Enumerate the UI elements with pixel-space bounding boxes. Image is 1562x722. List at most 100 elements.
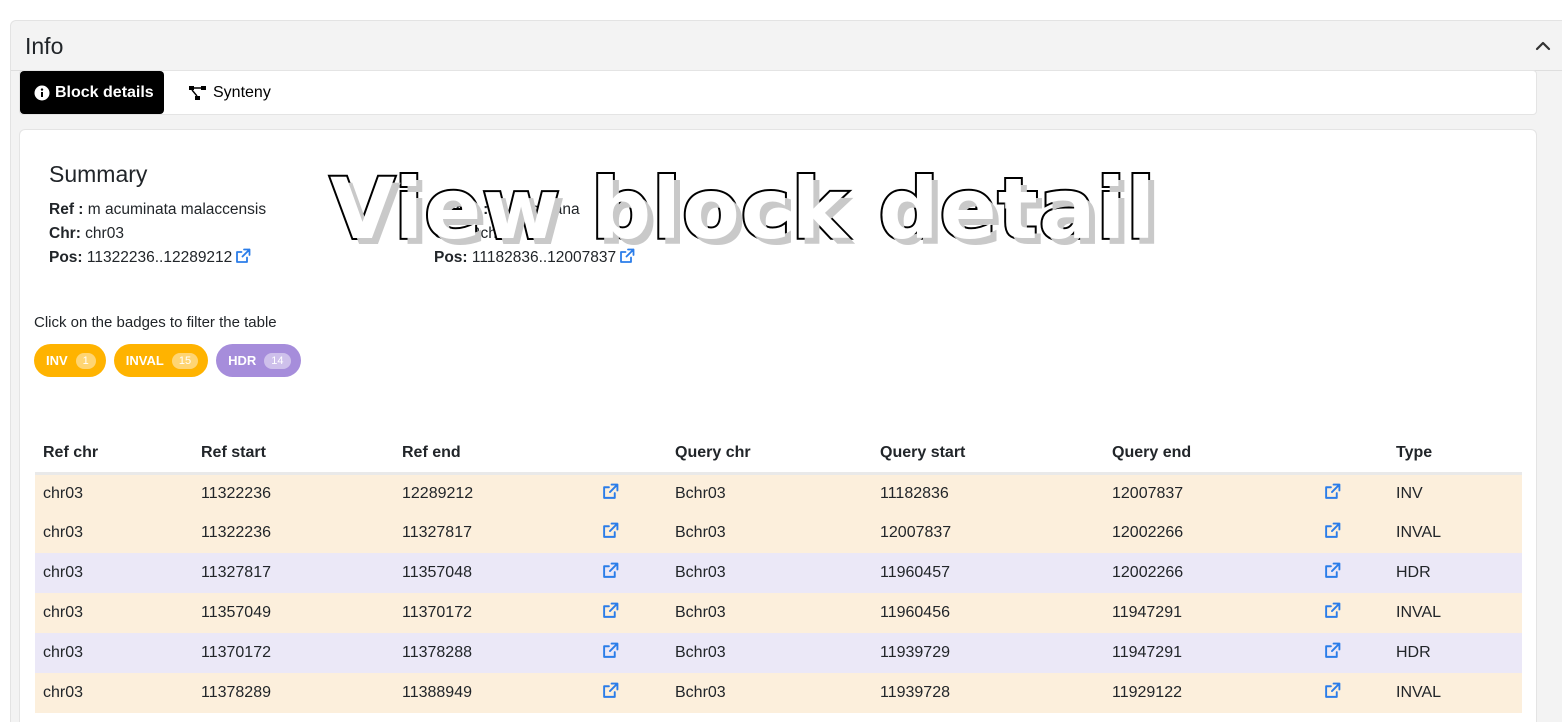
ref-chr: chr03	[85, 225, 124, 242]
badge-count: 14	[264, 352, 291, 369]
col-query-chr[interactable]: Query chr	[667, 435, 872, 475]
block-details-content: Summary Ref : m acuminata malaccensis Ch…	[19, 129, 1537, 722]
query-chr: Bchr03	[470, 225, 520, 242]
ref-link[interactable]	[594, 673, 667, 713]
query-chr-cell: Bchr03	[667, 593, 872, 633]
table-row[interactable]: chr03 11322236 11327817 Bchr03 12007837 12002…	[35, 513, 1522, 553]
badge-count: 1	[75, 352, 96, 369]
query-link[interactable]	[1316, 633, 1388, 673]
query-chr-cell: Bchr03	[667, 553, 872, 593]
ref-link[interactable]	[594, 633, 667, 673]
table-row[interactable]: chr03 11327817 11357048 Bchr03 11960457 12002…	[35, 553, 1522, 593]
col-query-start[interactable]: Query start	[872, 435, 1104, 475]
query-species: m balbisiana	[492, 201, 580, 218]
table-header-row: Ref chr Ref start Ref end Query chr Quer…	[35, 435, 1522, 475]
ref-summary: Ref : m acuminata malaccensis Chr: chr03…	[49, 198, 266, 272]
ref-end-cell: 11370172	[394, 593, 594, 633]
ref-pos: 11322236..12289212	[86, 249, 233, 266]
query-link[interactable]	[1316, 593, 1388, 633]
external-link-icon[interactable]	[602, 483, 619, 504]
ref-end-cell: 11357048	[394, 553, 594, 593]
query-start-cell: 11182836	[872, 473, 1104, 513]
ref-link[interactable]	[594, 593, 667, 633]
ref-chr-cell: chr03	[35, 473, 193, 513]
query-chr-cell: Bchr03	[667, 633, 872, 673]
query-link[interactable]	[1316, 673, 1388, 713]
query-end-cell: 11947291	[1104, 593, 1316, 633]
query-end-cell: 12002266	[1104, 513, 1316, 553]
query-end-cell: 11947291	[1104, 633, 1316, 673]
external-link-icon[interactable]	[1324, 642, 1341, 663]
ref-species: m acuminata malaccensis	[87, 201, 267, 218]
external-link-icon[interactable]	[1324, 682, 1341, 703]
external-link-icon[interactable]	[1324, 602, 1341, 623]
external-link-icon[interactable]	[235, 248, 251, 272]
ref-end-cell: 12289212	[394, 473, 594, 513]
col-ref-chr[interactable]: Ref chr	[35, 435, 193, 475]
query-summary: Query : m balbisiana Chr: Bchr03 Pos: 11…	[434, 198, 635, 272]
query-link[interactable]	[1316, 553, 1388, 593]
query-pos: 11182836..12007837	[471, 249, 617, 266]
query-start-cell: 11939728	[872, 673, 1104, 713]
info-circle-icon	[34, 85, 50, 101]
query-link[interactable]	[1316, 513, 1388, 553]
external-link-icon[interactable]	[1324, 522, 1341, 543]
table-row[interactable]: chr03 11378289 11388949 Bchr03 11939728 11929…	[35, 673, 1522, 713]
query-chr-cell: Bchr03	[667, 473, 872, 513]
ref-link[interactable]	[594, 473, 667, 513]
ref-link[interactable]	[594, 553, 667, 593]
badge-hdr[interactable]: HDR 14	[216, 344, 301, 377]
query-chr-label: Chr:	[434, 225, 466, 242]
ref-chr-label: Chr:	[49, 225, 81, 242]
badge-label: INVAL	[125, 353, 164, 368]
badge-inv[interactable]: INV 1	[34, 344, 106, 377]
external-link-icon[interactable]	[602, 682, 619, 703]
badge-inval[interactable]: INVAL 15	[113, 344, 209, 377]
badge-count: 15	[171, 352, 199, 369]
query-start-cell: 11960456	[872, 593, 1104, 633]
query-link[interactable]	[1316, 473, 1388, 513]
ref-species-label: Ref :	[49, 201, 84, 218]
external-link-icon[interactable]	[602, 522, 619, 543]
filter-badges: INV 1 INVAL 15 HDR 14	[34, 344, 301, 377]
col-ref-start[interactable]: Ref start	[193, 435, 394, 475]
query-species-label: Query :	[434, 201, 489, 218]
tab-label: Block details	[55, 83, 154, 101]
tab-bar: Block details Synteny	[19, 70, 1537, 115]
query-start-cell: 11960457	[872, 553, 1104, 593]
ref-link[interactable]	[594, 513, 667, 553]
ref-chr-cell: chr03	[35, 513, 193, 553]
chevron-up-icon[interactable]	[1532, 35, 1554, 57]
ref-end-cell: 11327817	[394, 513, 594, 553]
type-cell: HDR	[1388, 633, 1522, 673]
info-panel-header[interactable]: Info	[11, 21, 1562, 71]
query-start-cell: 12007837	[872, 513, 1104, 553]
external-link-icon[interactable]	[619, 248, 635, 272]
ref-chr-cell: chr03	[35, 673, 193, 713]
panel-title: Info	[25, 33, 64, 59]
external-link-icon[interactable]	[1324, 562, 1341, 583]
summary-title: Summary	[49, 161, 148, 187]
table-row[interactable]: chr03 11322236 12289212 Bchr03 11182836 12007…	[35, 473, 1522, 513]
external-link-icon[interactable]	[1324, 483, 1341, 504]
query-end-cell: 12007837	[1104, 473, 1316, 513]
tab-synteny[interactable]: Synteny	[188, 71, 271, 114]
query-start-cell: 11939729	[872, 633, 1104, 673]
ref-start-cell: 11327817	[193, 553, 394, 593]
external-link-icon[interactable]	[602, 562, 619, 583]
col-query-end[interactable]: Query end	[1104, 435, 1316, 475]
query-end-cell: 12002266	[1104, 553, 1316, 593]
ref-end-cell: 11378288	[394, 633, 594, 673]
col-type[interactable]: Type	[1388, 435, 1522, 475]
query-end-cell: 11929122	[1104, 673, 1316, 713]
external-link-icon[interactable]	[602, 642, 619, 663]
col-ref-end[interactable]: Ref end	[394, 435, 594, 475]
tab-label: Synteny	[213, 83, 271, 101]
tab-block-details[interactable]: Block details	[20, 71, 164, 114]
ref-chr-cell: chr03	[35, 633, 193, 673]
external-link-icon[interactable]	[602, 602, 619, 623]
ref-start-cell: 11370172	[193, 633, 394, 673]
table-row[interactable]: chr03 11370172 11378288 Bchr03 11939729 11947…	[35, 633, 1522, 673]
table-row[interactable]: chr03 11357049 11370172 Bchr03 11960456 11947…	[35, 593, 1522, 633]
type-cell: INVAL	[1388, 673, 1522, 713]
